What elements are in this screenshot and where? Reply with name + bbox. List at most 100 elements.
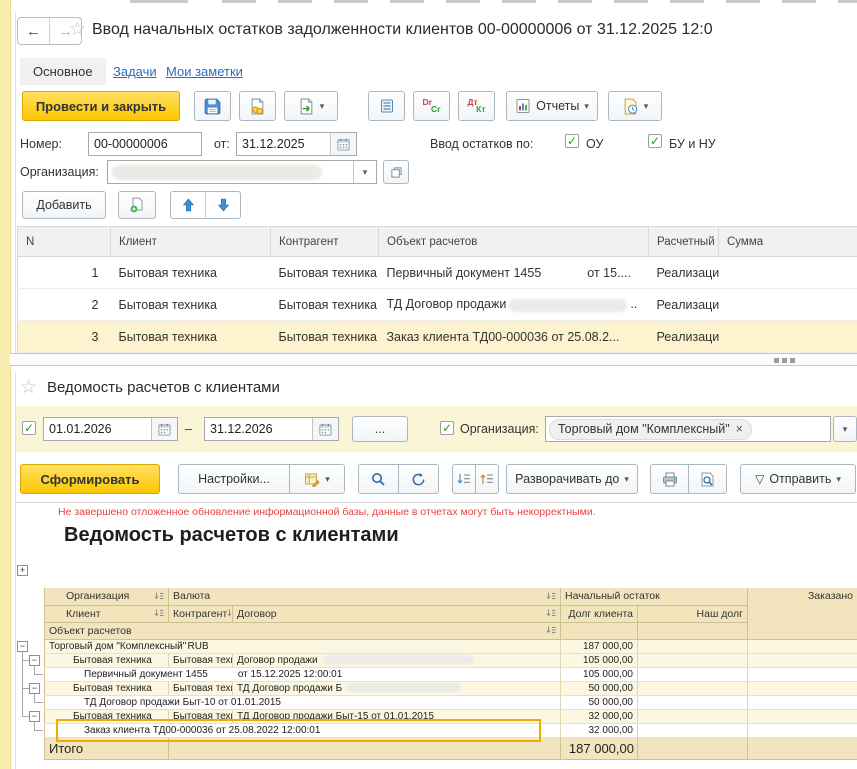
generate-button[interactable]: Сформировать <box>20 464 160 494</box>
table-row[interactable]: 2 Бытовая техника Бытовая техника ТД Дог… <box>18 289 857 321</box>
back-button[interactable]: ← <box>18 18 50 44</box>
cell-org[interactable]: Торговый дом "Комплексный" <box>45 639 169 653</box>
register-list-button[interactable] <box>368 91 405 121</box>
sort-icon[interactable] <box>546 626 556 635</box>
cell-sum[interactable] <box>719 321 857 353</box>
favorite-star-icon[interactable]: ☆ <box>69 18 86 41</box>
col-header-object[interactable]: Объект расчетов <box>379 227 649 257</box>
cell-object[interactable]: Заказ клиента ТД00-000036 от 25.08.2022 … <box>45 723 561 737</box>
cell-client-debt[interactable]: 50 000,00 <box>561 695 638 709</box>
period-more-button[interactable]: ... <box>352 416 408 442</box>
col-header-n[interactable]: N <box>18 227 111 257</box>
period-checkbox[interactable]: ✓ <box>22 421 36 435</box>
post-and-close-button[interactable]: Провести и закрыть <box>22 91 180 121</box>
copy-row-button[interactable] <box>118 191 156 219</box>
sort-icon[interactable] <box>227 609 232 618</box>
col-header-sum[interactable]: Сумма <box>719 227 857 257</box>
print-button[interactable] <box>650 464 689 494</box>
tab-main[interactable]: Основное <box>20 58 106 85</box>
date-input[interactable]: 31.12.2025 <box>236 132 357 156</box>
org-input[interactable]: ▾ <box>107 160 377 184</box>
cell-our-debt[interactable] <box>638 653 748 667</box>
move-up-button[interactable] <box>171 192 206 218</box>
header-org[interactable]: Организация <box>45 588 169 605</box>
cell-counterparty[interactable]: Бытовая техника <box>169 681 233 695</box>
cell-our-debt[interactable] <box>638 667 748 681</box>
save-button[interactable] <box>194 91 231 121</box>
cell-settlement[interactable]: Реализация ... <box>649 321 719 353</box>
org-filter-checkbox[interactable]: ✓ <box>440 421 454 435</box>
cell-num[interactable]: 3 <box>18 321 111 353</box>
cell-client-debt[interactable]: 187 000,00 <box>561 639 638 653</box>
report-row-group1[interactable]: Торговый дом "Комплексный" RUB 187 000,0… <box>45 639 857 653</box>
post-document-button[interactable] <box>239 91 276 121</box>
ou-label[interactable]: ОУ <box>586 137 603 151</box>
org-tag[interactable]: Торговый дом "Комплексный" × <box>549 419 752 440</box>
col-header-client[interactable]: Клиент <box>111 227 271 257</box>
header-contract[interactable]: Договор <box>233 605 561 622</box>
search-button[interactable] <box>358 464 399 494</box>
refresh-button[interactable] <box>398 464 439 494</box>
tree-expander-level1[interactable]: − <box>17 641 28 652</box>
cell-ordered[interactable] <box>748 723 857 737</box>
header-ordered[interactable]: Заказано <box>748 588 857 639</box>
cell-our-debt[interactable] <box>638 709 748 723</box>
cell-counterparty[interactable]: Бытовая техника <box>271 257 379 289</box>
collapse-groups-button[interactable] <box>475 464 499 494</box>
report-row-group2[interactable]: Бытовая техника Бытовая техника Договор … <box>45 653 857 667</box>
cell-client-debt[interactable]: 105 000,00 <box>561 667 638 681</box>
org-filter-caret-button[interactable]: ▾ <box>833 416 857 442</box>
combo-caret-button[interactable]: ▾ <box>353 161 376 183</box>
settings-button[interactable]: Настройки... <box>178 464 290 494</box>
cell-ordered[interactable] <box>748 653 857 667</box>
tree-expander-level2[interactable]: − <box>29 711 40 722</box>
calendar-button[interactable] <box>330 133 356 155</box>
cell-ordered[interactable] <box>748 667 857 681</box>
add-row-button[interactable]: Добавить <box>22 191 106 219</box>
report-row-group2[interactable]: Бытовая техника Бытовая техника ТД Догов… <box>45 709 857 723</box>
open-value-button[interactable] <box>383 160 409 184</box>
expand-to-button[interactable]: Разворачивать до▾ <box>506 464 638 494</box>
cell-ordered[interactable] <box>748 695 857 709</box>
org-filter-field[interactable]: Торговый дом "Комплексный" × <box>545 416 831 442</box>
change-history-button[interactable]: ▾ <box>608 91 662 121</box>
move-down-button[interactable] <box>206 192 240 218</box>
calendar-button[interactable] <box>151 418 177 440</box>
cell-counterparty[interactable]: Бытовая техника <box>169 653 233 667</box>
cell-client-debt[interactable]: 105 000,00 <box>561 653 638 667</box>
tab-tasks-link[interactable]: Задачи <box>113 64 157 79</box>
header-client-debt[interactable]: Долг клиента <box>561 605 638 622</box>
cell-client[interactable]: Бытовая техника <box>111 289 271 321</box>
cell-settlement[interactable]: Реализация ... <box>649 289 719 321</box>
tree-expander-level2[interactable]: − <box>29 655 40 666</box>
report-row-total[interactable]: Итого 187 000,00 <box>45 737 857 759</box>
header-opening-balance[interactable]: Начальный остаток <box>561 588 748 605</box>
cell-contract[interactable]: ТД Договор продажи Быт-15 от 01.01.2015 <box>233 709 561 723</box>
cell-counterparty[interactable]: Бытовая техника <box>271 289 379 321</box>
sort-icon[interactable] <box>154 609 164 618</box>
report-row-detail-selected[interactable]: Заказ клиента ТД00-000036 от 25.08.2022 … <box>45 723 857 737</box>
columns-expander[interactable]: + <box>17 565 28 576</box>
tree-expander-level2[interactable]: − <box>29 683 40 694</box>
post-close-menu-button[interactable]: ▾ <box>284 91 338 121</box>
cell-client[interactable]: Бытовая техника <box>111 257 271 289</box>
table-row-selected[interactable]: 3 Бытовая техника Бытовая техника Заказ … <box>18 321 857 353</box>
remove-tag-icon[interactable]: × <box>736 422 743 436</box>
cell-ordered[interactable] <box>748 639 857 653</box>
sort-icon[interactable] <box>546 609 556 618</box>
cell-client[interactable]: Бытовая техника <box>45 709 169 723</box>
header-client[interactable]: Клиент <box>45 605 169 622</box>
report-row-detail[interactable]: ТД Договор продажи Быт-10 от 01.01.2015 … <box>45 695 857 709</box>
col-header-counterparty[interactable]: Контрагент <box>271 227 379 257</box>
period-from-input[interactable]: 01.01.2026 <box>43 417 178 441</box>
report-row-detail[interactable]: Первичный документ 1455от 15.12.2025 12:… <box>45 667 857 681</box>
cell-sum[interactable] <box>719 257 857 289</box>
cell-our-debt[interactable] <box>638 681 748 695</box>
cell-num[interactable]: 2 <box>18 289 111 321</box>
cell-counterparty[interactable]: Бытовая техника <box>169 709 233 723</box>
bu-nu-label[interactable]: БУ и НУ <box>669 137 716 151</box>
cell-client[interactable]: Бытовая техника <box>45 681 169 695</box>
reports-menu-button[interactable]: Отчеты ▾ <box>506 91 598 121</box>
cell-currency[interactable]: RUB <box>169 639 561 653</box>
dtkt-movements-button[interactable]: ДтКт <box>458 91 495 121</box>
